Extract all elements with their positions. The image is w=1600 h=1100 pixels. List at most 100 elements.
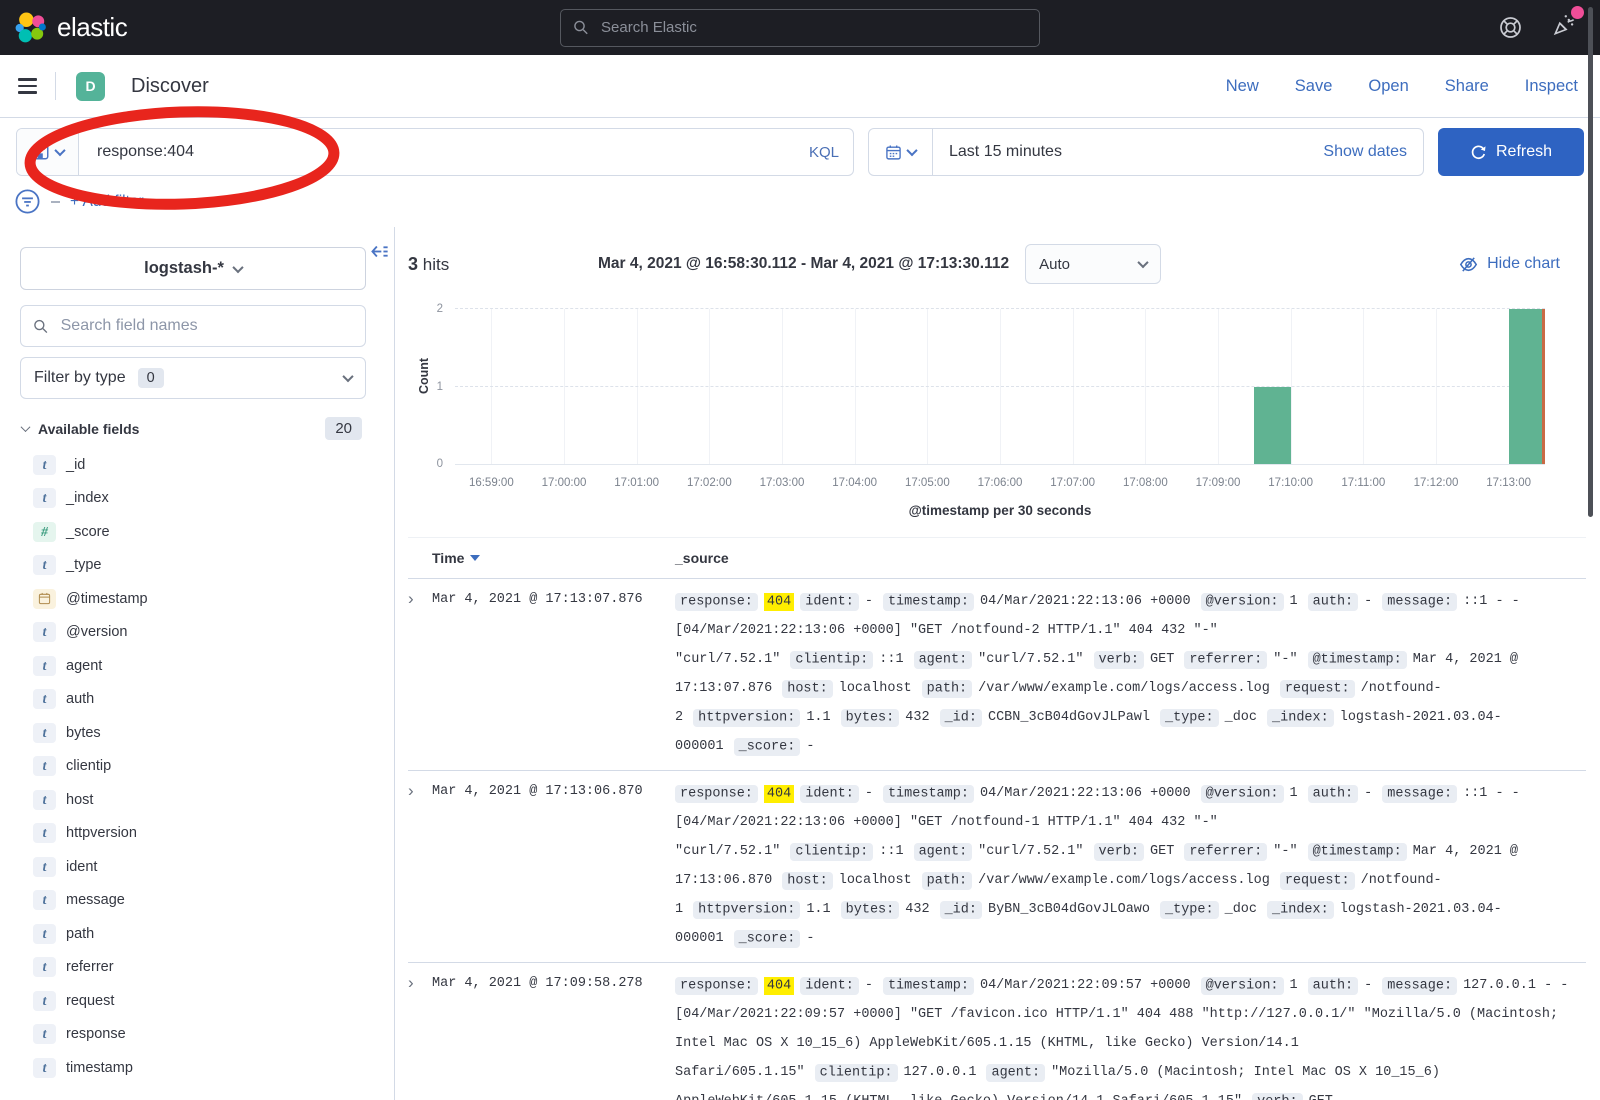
- source-value: -: [865, 786, 873, 801]
- source-field-badge: ident:: [800, 593, 859, 611]
- source-field-badge: clientip:: [790, 843, 873, 861]
- field-item-path[interactable]: tpath: [20, 917, 376, 951]
- source-value: -: [1364, 594, 1372, 609]
- field-item-ident[interactable]: tident: [20, 850, 376, 884]
- field-name: clientip: [66, 758, 111, 774]
- show-dates-button[interactable]: Show dates: [1307, 143, 1423, 161]
- source-field-badge: message:: [1382, 977, 1457, 995]
- source-field-badge: host:: [782, 680, 833, 698]
- histogram-bar[interactable]: [1509, 309, 1545, 464]
- nav-action-new[interactable]: New: [1226, 77, 1259, 96]
- hide-chart-button[interactable]: Hide chart: [1459, 255, 1560, 274]
- field-name: referrer: [66, 959, 114, 975]
- time-column-header[interactable]: Time: [432, 550, 675, 566]
- nav-action-open[interactable]: Open: [1368, 77, 1408, 96]
- filter-by-type[interactable]: Filter by type 0: [20, 357, 366, 399]
- x-gridline: [1145, 309, 1146, 464]
- elastic-logo: elastic: [14, 11, 127, 44]
- field-item-message[interactable]: tmessage: [20, 884, 376, 918]
- field-item-score[interactable]: #_score: [20, 515, 376, 549]
- field-search-input[interactable]: [59, 316, 353, 336]
- global-search-input[interactable]: [599, 18, 1027, 37]
- interval-select[interactable]: Auto: [1025, 244, 1161, 284]
- field-item-referrer[interactable]: t referrer: [20, 951, 376, 985]
- field-item-timestamp[interactable]: @timestamp: [20, 582, 376, 616]
- source-value: ::1: [879, 844, 903, 859]
- time-range-value[interactable]: Last 15 minutes: [933, 143, 1307, 161]
- nav-action-save[interactable]: Save: [1295, 77, 1333, 96]
- histogram-bar[interactable]: [1254, 387, 1290, 465]
- query-language-button[interactable]: KQL: [795, 129, 853, 175]
- kql-query-input[interactable]: [79, 129, 795, 175]
- table-body: ›Mar 4, 2021 @ 17:13:07.876response:404i…: [408, 579, 1586, 1100]
- field-type-string-icon: t: [33, 656, 56, 676]
- chart-plot-area[interactable]: 16:59:0017:00:0017:01:0017:02:0017:03:00…: [455, 309, 1545, 465]
- field-type-string-icon: t: [33, 823, 56, 843]
- nav-action-inspect[interactable]: Inspect: [1525, 77, 1578, 96]
- field-item-index[interactable]: t_index: [20, 482, 376, 516]
- help-icon[interactable]: [1499, 16, 1522, 39]
- source-value: -: [806, 931, 814, 946]
- expand-row-icon[interactable]: ›: [408, 971, 432, 1100]
- filter-icon[interactable]: [14, 188, 41, 215]
- x-axis-title: @timestamp per 30 seconds: [455, 503, 1545, 518]
- refresh-button[interactable]: Refresh: [1438, 128, 1584, 176]
- source-value: GET: [1150, 652, 1174, 667]
- source-field-badge: response:: [675, 977, 758, 995]
- date-picker-calendar-button[interactable]: [869, 129, 933, 175]
- source-value: -: [1364, 978, 1372, 993]
- source-value: CCBN_3cB04dGovJLPawl: [988, 710, 1150, 725]
- field-item-type[interactable]: t_type: [20, 549, 376, 583]
- menu-icon[interactable]: [16, 72, 56, 100]
- source-field-badge: _type:: [1160, 709, 1219, 727]
- available-fields-header[interactable]: Available fields 20: [22, 417, 376, 440]
- news-feed-button[interactable]: [1552, 13, 1576, 42]
- row-time: Mar 4, 2021 @ 17:13:06.870: [432, 779, 675, 953]
- source-field-badge: @version:: [1201, 785, 1284, 803]
- row-source: response:404ident:-timestamp:04/Mar/2021…: [675, 587, 1586, 761]
- x-tick-label: 17:09:00: [1196, 477, 1241, 489]
- documents-table: Time _source ›Mar 4, 2021 @ 17:13:07.876…: [408, 537, 1586, 1100]
- field-item-bytes[interactable]: tbytes: [20, 716, 376, 750]
- chevron-down-icon: [1137, 257, 1148, 268]
- field-type-string-icon: t: [33, 924, 56, 944]
- chevron-down-icon: [906, 145, 917, 156]
- nav-action-share[interactable]: Share: [1445, 77, 1489, 96]
- source-value: _doc: [1225, 710, 1257, 725]
- source-field-badge: auth:: [1308, 785, 1359, 803]
- field-item-request[interactable]: trequest: [20, 984, 376, 1018]
- collapse-sidebar-button[interactable]: [369, 241, 390, 267]
- field-search[interactable]: [20, 305, 366, 347]
- source-field-badge: path:: [922, 872, 973, 890]
- query-text-field[interactable]: [95, 142, 779, 162]
- source-value: 127.0.0.1: [904, 1065, 977, 1080]
- x-gridline: [1218, 309, 1219, 464]
- field-item-host[interactable]: thost: [20, 783, 376, 817]
- field-name: _index: [66, 490, 109, 506]
- filter-bar: + Add filter: [0, 186, 1600, 227]
- add-filter-button[interactable]: + Add filter: [70, 193, 144, 211]
- calendar-icon: [38, 592, 51, 605]
- source-field-badge: verb:: [1252, 1093, 1303, 1100]
- field-item-response[interactable]: tresponse: [20, 1018, 376, 1052]
- scrollbar-thumb[interactable]: [1588, 7, 1593, 517]
- sidebar: logstash-* Filter by type 0 Available fi…: [0, 227, 395, 1100]
- expand-row-icon[interactable]: ›: [408, 779, 432, 953]
- global-search[interactable]: [560, 9, 1040, 47]
- field-item-clientip[interactable]: tclientip: [20, 750, 376, 784]
- index-pattern-select[interactable]: logstash-*: [20, 247, 366, 290]
- field-item-id[interactable]: t_id: [20, 448, 376, 482]
- field-item-version[interactable]: t@version: [20, 616, 376, 650]
- field-item-auth[interactable]: tauth: [20, 683, 376, 717]
- field-type-string-icon: t: [33, 957, 56, 977]
- chrome-header: elastic: [0, 0, 1600, 55]
- field-item-agent[interactable]: tagent: [20, 649, 376, 683]
- source-value: 1.1: [806, 902, 830, 917]
- sort-desc-icon: [470, 555, 480, 561]
- x-tick-label: 17:10:00: [1268, 477, 1313, 489]
- field-type-number-icon: #: [33, 522, 56, 542]
- field-item-timestamp[interactable]: ttimestamp: [20, 1051, 376, 1085]
- saved-query-menu-button[interactable]: [17, 129, 79, 175]
- field-item-httpversion[interactable]: thttpversion: [20, 817, 376, 851]
- expand-row-icon[interactable]: ›: [408, 587, 432, 761]
